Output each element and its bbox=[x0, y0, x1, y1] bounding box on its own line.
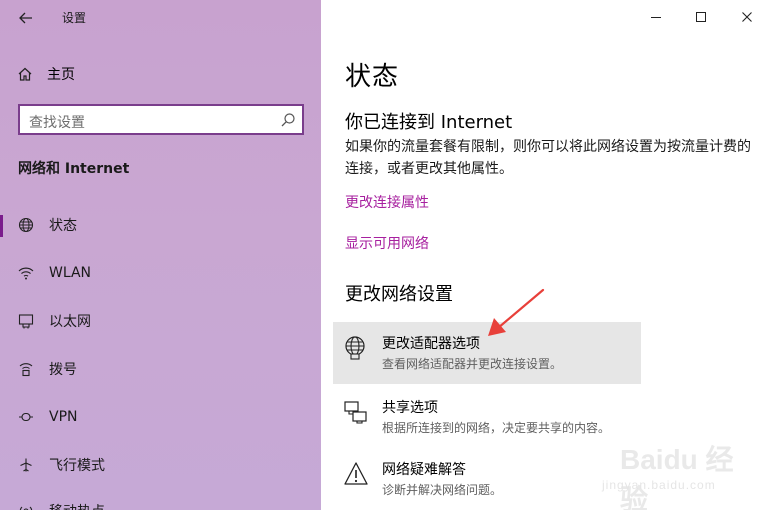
back-arrow-icon bbox=[19, 12, 32, 24]
sidebar-item-airplane[interactable]: 飞行模式 bbox=[0, 443, 321, 487]
option-title: 共享选项 bbox=[382, 400, 438, 416]
change-connection-properties-link[interactable]: 更改连接属性 bbox=[345, 192, 429, 212]
option-sharing[interactable]: 共享选项 根据所连接到的网络，决定要共享的内容。 bbox=[333, 386, 641, 448]
sidebar-item-label: 移动热点 bbox=[49, 501, 105, 510]
sidebar-item-label: 飞行模式 bbox=[49, 458, 105, 474]
option-title: 更改适配器选项 bbox=[382, 336, 480, 352]
close-button[interactable] bbox=[733, 5, 761, 29]
sidebar-item-label: VPN bbox=[49, 409, 78, 425]
settings-window: 设置 主页 查找设置 网络和 Internet 状态 WLAN 以太网 拨号 V… bbox=[0, 0, 771, 510]
search-placeholder: 查找设置 bbox=[29, 115, 85, 131]
option-description: 根据所连接到的网络，决定要共享的内容。 bbox=[382, 421, 611, 435]
section-title: 网络和 Internet bbox=[18, 161, 130, 177]
airplane-icon bbox=[17, 456, 35, 474]
sidebar-item-label: 状态 bbox=[49, 218, 77, 234]
sidebar-item-status[interactable]: 状态 bbox=[0, 203, 321, 247]
search-icon[interactable] bbox=[280, 112, 296, 128]
main-pane: 状态 你已连接到 Internet 如果你的流量套餐有限制，则你可以将此网络设置… bbox=[321, 0, 771, 510]
maximize-button[interactable] bbox=[687, 5, 715, 29]
sharing-icon bbox=[343, 399, 369, 425]
show-available-networks-link[interactable]: 显示可用网络 bbox=[345, 233, 429, 253]
close-icon bbox=[742, 12, 752, 22]
sidebar-item-home-label: 主页 bbox=[47, 67, 75, 83]
sidebar-item-vpn[interactable]: VPN bbox=[0, 395, 321, 439]
minimize-button[interactable] bbox=[642, 5, 670, 29]
connection-heading: 你已连接到 Internet bbox=[345, 112, 513, 133]
page-title: 状态 bbox=[345, 62, 400, 92]
sidebar-item-label: WLAN bbox=[49, 265, 92, 281]
option-network-troubleshooter[interactable]: 网络疑难解答 诊断并解决网络问题。 bbox=[333, 448, 641, 510]
adapter-globe-icon bbox=[343, 335, 369, 361]
sidebar-item-label: 以太网 bbox=[49, 314, 91, 330]
connection-description: 如果你的流量套餐有限制，则你可以将此网络设置为按流量计费的连接，或者更改其他属性… bbox=[345, 139, 751, 177]
option-description: 诊断并解决网络问题。 bbox=[382, 483, 503, 497]
annotation-arrow bbox=[488, 288, 545, 336]
option-description: 查看网络适配器并更改连接设置。 bbox=[382, 357, 563, 371]
change-network-settings-heading: 更改网络设置 bbox=[345, 284, 453, 305]
sidebar-item-label: 拨号 bbox=[49, 362, 77, 378]
dialup-icon bbox=[17, 360, 35, 378]
back-button[interactable] bbox=[14, 6, 38, 30]
wifi-icon bbox=[17, 264, 35, 282]
vpn-icon bbox=[17, 408, 35, 426]
minimize-icon bbox=[651, 17, 661, 18]
search-input[interactable]: 查找设置 bbox=[18, 104, 304, 135]
ethernet-icon bbox=[17, 312, 35, 330]
sidebar: 设置 主页 查找设置 网络和 Internet 状态 WLAN 以太网 拨号 V… bbox=[0, 0, 321, 510]
sidebar-item-ethernet[interactable]: 以太网 bbox=[0, 299, 321, 343]
sidebar-item-hotspot[interactable]: 移动热点 bbox=[0, 489, 321, 510]
hotspot-icon bbox=[17, 502, 35, 510]
maximize-icon bbox=[696, 12, 706, 22]
option-title: 网络疑难解答 bbox=[382, 462, 466, 478]
sidebar-item-home[interactable]: 主页 bbox=[17, 62, 75, 86]
app-title: 设置 bbox=[62, 11, 87, 25]
sidebar-item-dialup[interactable]: 拨号 bbox=[0, 347, 321, 391]
warning-icon bbox=[343, 461, 369, 487]
home-icon bbox=[18, 67, 32, 81]
globe-icon bbox=[17, 216, 35, 234]
sidebar-item-wlan[interactable]: WLAN bbox=[0, 251, 321, 295]
